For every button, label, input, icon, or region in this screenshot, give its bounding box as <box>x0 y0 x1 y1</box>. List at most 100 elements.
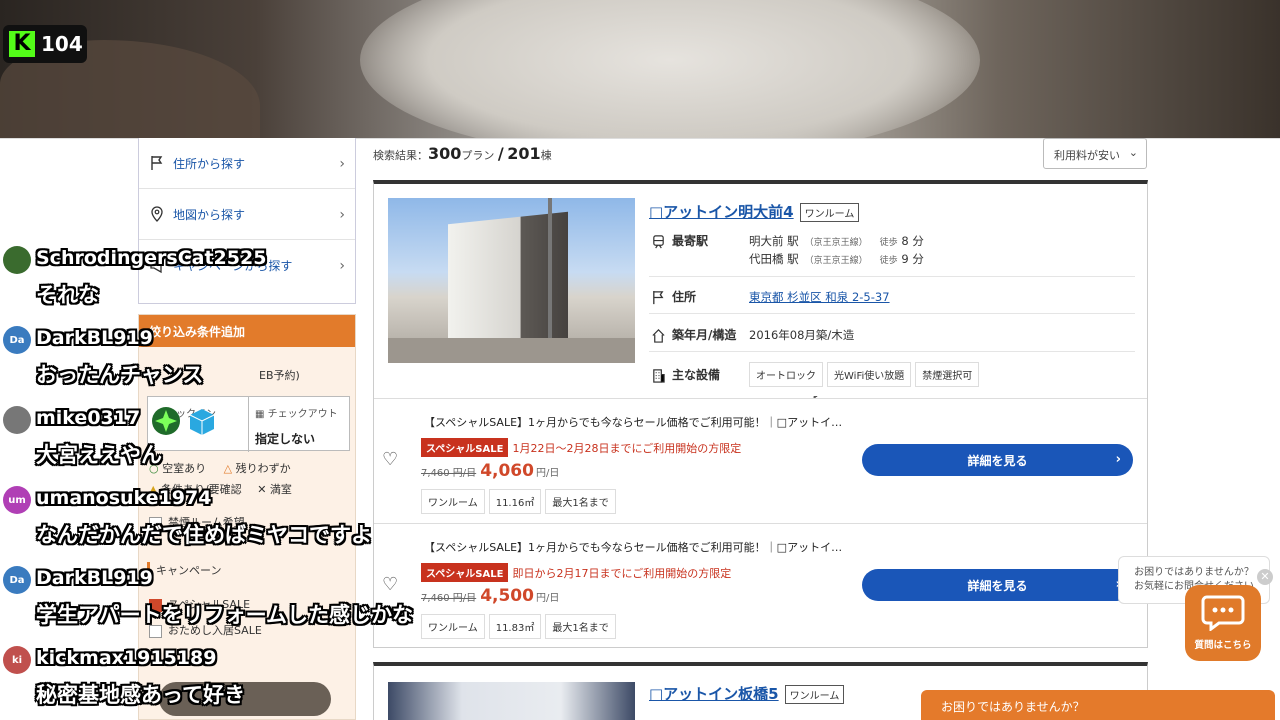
legend-full: 満室 <box>269 483 292 496</box>
building-unit: 棟 <box>540 149 552 162</box>
sale-period: 即日から2月17日までにご利用開始の方限定 <box>512 567 732 580</box>
web-booking-label: EB予約) <box>259 369 300 382</box>
property-title[interactable]: □アットイン板橋5 ワンルーム <box>649 683 845 704</box>
map-pin-icon <box>151 206 163 222</box>
property-name[interactable]: □アットイン明大前4 <box>649 203 794 221</box>
result-count: 検索結果：300プラン / 201棟 <box>373 144 552 163</box>
station-row: 明大前 駅 （京王京王線） 徒歩 8 分 <box>749 233 924 249</box>
avatar: Da <box>3 326 31 354</box>
facilities-label: 主な設備 <box>651 366 720 383</box>
checkout-field[interactable]: ▦ チェックアウト 指定しない <box>248 397 351 452</box>
plan-tag: 11.83㎡ <box>488 614 542 639</box>
property-name[interactable]: □アットイン板橋5 <box>649 685 779 703</box>
property-photo[interactable] <box>388 682 635 720</box>
price-unit: 円/日 <box>535 468 560 479</box>
sidebar-item-address[interactable]: 住所から探す › <box>139 138 355 189</box>
details-button-label: 詳細を見る <box>967 453 1028 468</box>
viewer-count-badge: K 104 <box>3 25 87 63</box>
sale-tag: スペシャルSALE <box>421 438 509 457</box>
plan-name[interactable]: 【スペシャルSALE】1ヶ月からでも今ならセール価格でご利用可能！｜□アットイ… <box>424 539 842 555</box>
station-name: 代田橋 駅 <box>749 252 799 266</box>
favorite-heart-icon[interactable]: ♡ <box>382 574 398 595</box>
details-button[interactable]: 詳細を見る› <box>862 569 1133 601</box>
sort-value: 利用料が安い <box>1054 149 1120 162</box>
sale-price: 4,500 <box>480 586 534 606</box>
details-button[interactable]: 詳細を見る› <box>862 444 1133 476</box>
cross-icon: ✕ <box>257 483 267 496</box>
legend-available: 空室あり <box>162 462 207 475</box>
sidebar-item-label: 住所から探す <box>173 156 246 171</box>
price-unit: 円/日 <box>535 593 560 604</box>
walk-label: 徒歩 <box>879 238 898 248</box>
station-label: 最寄駅 <box>651 232 708 249</box>
chat-message: 大宮ええやん <box>36 443 162 467</box>
avatar: Da <box>3 566 31 594</box>
plan-row: ♡ 【スペシャルSALE】1ヶ月からでも今ならセール価格でご利用可能！｜□アット… <box>374 523 1147 647</box>
room-type-badge: ワンルーム <box>784 685 845 704</box>
house-icon <box>652 329 665 343</box>
details-button-label: 詳細を見る <box>967 578 1028 593</box>
triangle-icon: △ <box>223 462 233 475</box>
built-label: 築年月/構造 <box>651 326 736 343</box>
campaign-heading: キャンペーン <box>147 562 221 578</box>
chat-username: DarkBL919 <box>36 327 153 349</box>
walk-minutes: 9 分 <box>901 252 924 266</box>
price: 7,460 円/日 4,500 円/日 <box>421 586 559 606</box>
chat-message: おったんチャンス <box>36 363 204 387</box>
address-label: 住所 <box>651 288 696 305</box>
help-bar[interactable]: お困りではありませんか？ <box>921 690 1275 720</box>
plan-row: ♡ 【スペシャルSALE】1ヶ月からでも今ならセール価格でご利用可能！｜□アット… <box>374 398 1147 522</box>
webcam-feed <box>0 0 1280 138</box>
plan-tags: ワンルーム 11.83㎡ 最大1名まで <box>421 614 620 639</box>
webcam-subject <box>360 0 980 138</box>
sidebar-search-nav: 住所から探す › 地図から探す › キャンペーンから探す › <box>138 138 356 304</box>
station-label-text: 最寄駅 <box>672 234 709 248</box>
flag-icon <box>653 290 664 305</box>
avatar: um <box>3 486 31 514</box>
building-count: 201 <box>507 144 541 163</box>
facilities-label-text: 主な設備 <box>672 368 721 382</box>
viewer-count: 104 <box>41 32 83 56</box>
walk-minutes: 8 分 <box>901 234 924 248</box>
chat-username: umanosuke1974 <box>36 487 212 509</box>
chevron-right-icon: › <box>339 258 345 274</box>
chat-support-label: 質問はこちら <box>1194 640 1252 651</box>
chat-username: mike0317 <box>36 407 141 429</box>
room-type-badge: ワンルーム <box>799 203 860 222</box>
chat-username: kickmax1915189 <box>36 647 217 669</box>
station-line: （京王京王線） <box>804 256 868 266</box>
chevron-right-icon: › <box>339 156 345 172</box>
legend-row-1: ○ 空室あり △ 残りわずか <box>149 460 291 476</box>
sale-tag: スペシャルSALE <box>421 563 509 582</box>
facility-tag: 光WiFi使い放題 <box>827 362 912 387</box>
plan-tags: ワンルーム 11.16㎡ 最大1名まで <box>421 489 620 514</box>
chat-support-button[interactable]: 質問はこちら <box>1185 585 1261 661</box>
avatar: ki <box>3 646 31 674</box>
station-line: （京王京王線） <box>804 238 868 248</box>
sort-select[interactable]: 利用料が安い ⌄ <box>1043 138 1147 169</box>
train-icon <box>653 235 664 249</box>
avatar <box>3 246 31 274</box>
checkout-label: チェックアウト <box>267 409 338 420</box>
station-row: 代田橋 駅 （京王京王線） 徒歩 9 分 <box>749 251 924 267</box>
building-icon <box>653 369 665 383</box>
plan-tag: 最大1名まで <box>545 489 616 514</box>
address-link[interactable]: 東京都 杉並区 和泉 2-5-37 <box>749 289 890 305</box>
result-label: 検索結果： <box>373 149 428 162</box>
avatar <box>3 406 31 434</box>
chat-message: 秘密基地感あって好き <box>36 683 245 707</box>
sidebar-item-label: 地図から探す <box>173 207 246 222</box>
divider <box>649 276 1135 277</box>
sale-period: 1月22日〜2月28日までにご利用開始の方限定 <box>512 442 742 455</box>
price: 7,460 円/日 4,060 円/日 <box>421 461 559 481</box>
flag-icon <box>151 156 163 170</box>
chat-username: DarkBL919 <box>36 567 153 589</box>
sidebar-item-map[interactable]: 地図から探す › <box>139 189 355 240</box>
property-photo[interactable] <box>388 198 635 363</box>
chat-username: SchrodingersCat2525 <box>36 247 267 269</box>
help-bubble-line: お困りではありませんか？ <box>1134 567 1254 578</box>
plan-name[interactable]: 【スペシャルSALE】1ヶ月からでも今ならセール価格でご利用可能！｜□アットイ… <box>424 414 842 430</box>
property-title[interactable]: □アットイン明大前4 ワンルーム <box>649 201 860 222</box>
close-icon[interactable]: ✕ <box>1257 569 1273 585</box>
favorite-heart-icon[interactable]: ♡ <box>382 449 398 470</box>
